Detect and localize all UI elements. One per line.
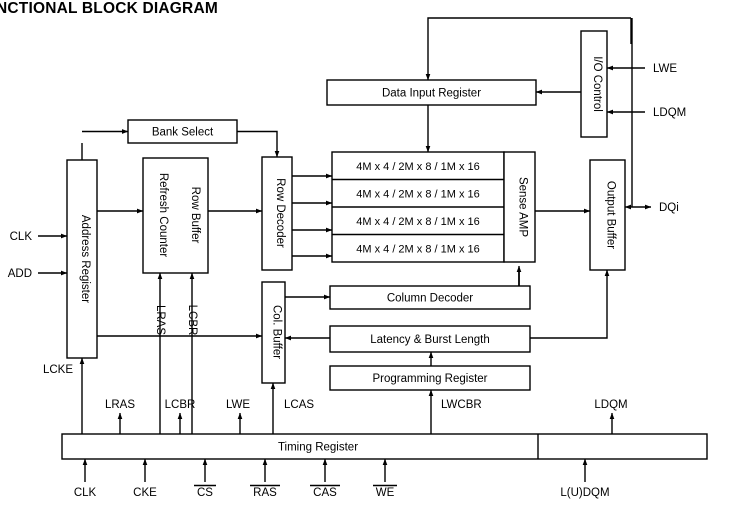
signal-label-clk-in: CLK — [10, 231, 33, 243]
signal-label-lcke: LCKE — [43, 364, 73, 376]
block-address-register-label: Address Register — [79, 215, 91, 303]
block-row-decoder[interactable]: Row Decoder — [261, 156, 293, 271]
functional-block-diagram: NCTIONAL BLOCK DIAGRAM Bank Select Addre… — [0, 0, 730, 520]
signal-label-clk-pin: CLK — [74, 487, 97, 499]
block-timing-register[interactable]: Timing Register — [61, 433, 708, 460]
signal-label-lwe-timing: LWE — [226, 399, 250, 411]
memory-array-row-3: 4M x 4 / 2M x 8 / 1M x 16 — [356, 216, 480, 228]
block-column-decoder-label: Column Decoder — [387, 293, 473, 305]
signal-label-lras-internal: LRAS — [154, 305, 166, 335]
signal-label-cas-pin: CAS — [313, 487, 337, 499]
block-sense-amp[interactable]: Sense AMP — [503, 151, 536, 263]
block-programming-register[interactable]: Programming Register — [329, 365, 531, 391]
memory-array[interactable]: 4M x 4 / 2M x 8 / 1M x 16 4M x 4 / 2M x … — [331, 151, 505, 263]
signal-label-dqi: DQi — [659, 202, 679, 214]
signal-label-lwe-io: LWE — [653, 63, 677, 75]
block-sense-amp-label: Sense AMP — [517, 177, 529, 237]
signal-label-lwcbr-timing: LWCBR — [441, 399, 482, 411]
signal-label-lcbr-internal: LCBR — [186, 305, 198, 336]
block-latency-burst-length[interactable]: Latency & Burst Length — [329, 325, 531, 353]
block-row-buffer-label: Row Buffer — [189, 187, 201, 244]
wire-bankselect-rowdecoder — [237, 130, 280, 158]
block-io-control-label: I/O Control — [591, 56, 603, 112]
signal-label-ldqm-io: LDQM — [653, 107, 686, 119]
block-io-control[interactable]: I/O Control — [580, 30, 608, 138]
block-output-buffer-label: Output Buffer — [605, 181, 617, 249]
block-refresh-counter-row-buffer[interactable]: Refresh Counter Row Buffer — [142, 157, 209, 274]
signal-label-lcbr-timing: LCBR — [165, 399, 196, 411]
block-latency-burst-length-label: Latency & Burst Length — [370, 334, 490, 346]
block-col-buffer-label: Col. Buffer — [271, 305, 283, 359]
block-address-register[interactable]: Address Register — [66, 159, 98, 359]
memory-array-row-2: 4M x 4 / 2M x 8 / 1M x 16 — [356, 189, 480, 201]
signal-label-add-in: ADD — [8, 268, 32, 280]
signal-label-cs-pin: CS — [197, 487, 213, 499]
block-refresh-counter-label: Refresh Counter — [157, 173, 169, 258]
signal-label-we-pin: WE — [376, 487, 395, 499]
block-timing-register-label: Timing Register — [278, 442, 358, 454]
block-programming-register-label: Programming Register — [372, 373, 487, 385]
memory-array-row-1: 4M x 4 / 2M x 8 / 1M x 16 — [356, 161, 480, 173]
signal-label-cke-pin: CKE — [133, 487, 157, 499]
block-output-buffer[interactable]: Output Buffer — [589, 159, 626, 271]
block-row-decoder-label: Row Decoder — [274, 178, 286, 248]
block-bank-select-label: Bank Select — [152, 127, 214, 139]
signal-label-ludqm-pin: L(U)DQM — [560, 487, 609, 499]
signal-label-lras-timing: LRAS — [105, 399, 135, 411]
block-data-input-register-label: Data Input Register — [382, 88, 481, 100]
block-bank-select[interactable]: Bank Select — [127, 119, 238, 144]
block-col-buffer[interactable]: Col. Buffer — [261, 281, 286, 384]
signal-label-ras-pin: RAS — [253, 487, 277, 499]
block-column-decoder[interactable]: Column Decoder — [329, 285, 531, 310]
memory-array-row-4: 4M x 4 / 2M x 8 / 1M x 16 — [356, 244, 480, 256]
signal-label-ldqm-timing: LDQM — [594, 399, 627, 411]
block-data-input-register[interactable]: Data Input Register — [326, 79, 537, 106]
signal-label-lcas-timing: LCAS — [284, 399, 314, 411]
wire-latency-outputbuffer — [530, 269, 610, 339]
block-diagram-canvas: Bank Select Address Register Refresh Cou… — [8, 17, 708, 499]
